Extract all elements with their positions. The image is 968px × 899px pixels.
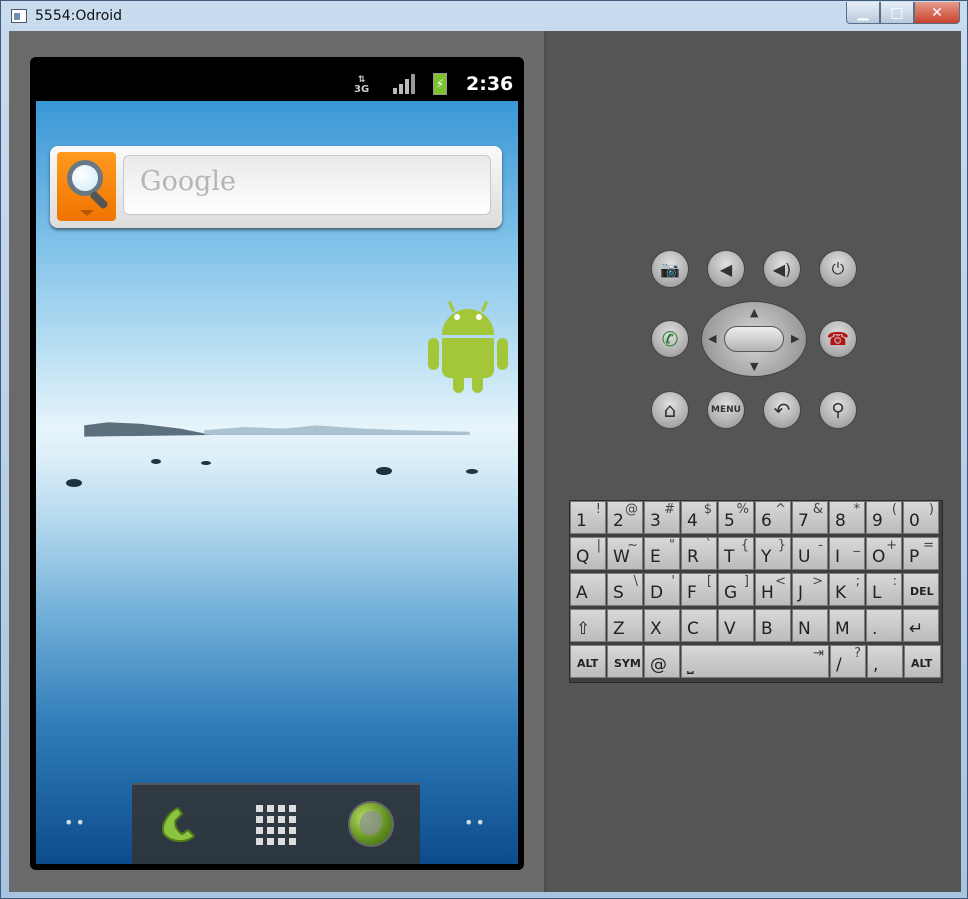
android-robot-icon[interactable] [428, 300, 508, 396]
clock: 2:36 [466, 73, 514, 95]
dpad-down-icon[interactable]: ▼ [750, 360, 758, 373]
key-2-5[interactable]: H < [755, 573, 791, 606]
key-1-7[interactable]: I _ [829, 537, 865, 570]
key-1-8[interactable]: O + [866, 537, 902, 570]
key-2-0[interactable]: A [570, 573, 606, 606]
emulator-controls: 📷 ◀ ◀) ⏻ ✆ ▲ ▼ ◀ ▶ ☎ ⌂ MENU ↶ ⚲ 1! 2 @3 #4 $… [546, 31, 961, 892]
key-1-1[interactable]: W ~ [607, 537, 643, 570]
google-search-widget: Google [50, 146, 502, 228]
magnifier-icon [67, 160, 103, 196]
battery-icon: ⚡ [433, 73, 447, 95]
phone-icon[interactable] [156, 802, 200, 848]
volume-down-button[interactable]: ◀ [707, 250, 745, 288]
key-1-4[interactable]: T{ [718, 537, 754, 570]
app-launcher-icon[interactable] [256, 805, 296, 845]
key-3-9[interactable]: ↵ [903, 609, 939, 642]
title-bar[interactable]: 5554:Odroid ▁ □ ✕ [1, 1, 967, 31]
window-title: 5554:Odroid [35, 8, 123, 24]
menu-button[interactable]: MENU [707, 391, 745, 429]
home-screen[interactable]: Google •• •• [36, 101, 518, 864]
end-call-button[interactable]: ☎ [819, 320, 857, 358]
window-controls: ▁ □ ✕ [846, 2, 960, 24]
dpad-left-icon[interactable]: ◀ [708, 332, 716, 345]
key-2-3[interactable]: F[ [681, 573, 717, 606]
key-0-0[interactable]: 1! [570, 501, 606, 534]
power-button[interactable]: ⏻ [819, 250, 857, 288]
dpad-center-button[interactable] [724, 326, 784, 352]
key-3-1[interactable]: Z [607, 609, 643, 642]
key-at[interactable]: @ [644, 645, 680, 678]
close-button[interactable]: ✕ [914, 2, 960, 24]
search-input[interactable]: Google [123, 155, 491, 215]
key-2-2[interactable]: D ' [644, 573, 680, 606]
call-button[interactable]: ✆ [651, 320, 689, 358]
volume-up-button[interactable]: ◀) [763, 250, 801, 288]
key-alt-right[interactable]: ALT [904, 645, 941, 678]
key-2-7[interactable]: K; [829, 573, 865, 606]
key-1-6[interactable]: U- [792, 537, 828, 570]
key-sym[interactable]: SYM [607, 645, 643, 678]
phone-panel: ⇅ 3G ⚡ 2:36 Google •• •• [9, 31, 546, 892]
dpad-up-icon[interactable]: ▲ [750, 306, 758, 319]
camera-button[interactable]: 📷 [651, 250, 689, 288]
key-0-8[interactable]: 9( [866, 501, 902, 534]
key-1-2[interactable]: E " [644, 537, 680, 570]
maximize-button[interactable]: □ [880, 2, 914, 24]
qwerty-keyboard: 1! 2 @3 #4 $5% 6 ^ 7 & 8 * 9(0) Q | W ~ E " R ` T{Y} U - I _ O + P =… [569, 500, 943, 683]
key-3-3[interactable]: C [681, 609, 717, 642]
key-space[interactable]: ⎵ ⇥ [681, 645, 829, 678]
key-1-0[interactable]: Q | [570, 537, 606, 570]
key-0-3[interactable]: 4 $ [681, 501, 717, 534]
browser-globe-icon[interactable] [348, 801, 394, 847]
dock-bar [132, 783, 420, 864]
key-2-8[interactable]: L: [866, 573, 902, 606]
key-3-2[interactable]: X [644, 609, 680, 642]
client-area: ⇅ 3G ⚡ 2:36 Google •• •• 📷 ◀ ◀) ⏻ ✆ ▲ ▼ … [9, 31, 961, 892]
home-button[interactable]: ⌂ [651, 391, 689, 429]
key-3-6[interactable]: N [792, 609, 828, 642]
key-0-2[interactable]: 3 # [644, 501, 680, 534]
key-3-0[interactable]: ⇧ [570, 609, 606, 642]
signal-icon [393, 74, 417, 94]
key-3-7[interactable]: M [829, 609, 865, 642]
dropdown-arrow-icon [80, 210, 94, 216]
key-1-3[interactable]: R ` [681, 537, 717, 570]
key-3-4[interactable]: V [718, 609, 754, 642]
key-0-5[interactable]: 6 ^ [755, 501, 791, 534]
key-2-4[interactable]: G] [718, 573, 754, 606]
app-icon [11, 9, 27, 23]
dpad[interactable]: ▲ ▼ ◀ ▶ [701, 301, 807, 377]
search-placeholder: Google [140, 166, 236, 197]
search-button[interactable]: ⚲ [819, 391, 857, 429]
emulator-window: 5554:Odroid ▁ □ ✕ ⇅ 3G ⚡ 2:36 Google •• … [0, 0, 968, 899]
key-3-8[interactable]: . [866, 609, 902, 642]
right-page-indicator[interactable]: •• [464, 813, 487, 832]
key-0-7[interactable]: 8 * [829, 501, 865, 534]
network-type-indicator: ⇅ 3G [354, 75, 370, 95]
minimize-button[interactable]: ▁ [846, 2, 880, 24]
mountains-wallpaper [84, 422, 470, 437]
key-1-5[interactable]: Y} [755, 537, 791, 570]
key-2-1[interactable]: S \ [607, 573, 643, 606]
key-0-1[interactable]: 2 @ [607, 501, 643, 534]
status-bar[interactable]: ⇅ 3G ⚡ 2:36 [36, 71, 518, 101]
key-slash[interactable]: /? [830, 645, 866, 678]
left-page-indicator[interactable]: •• [64, 813, 87, 832]
search-source-button[interactable] [57, 152, 116, 221]
key-0-6[interactable]: 7 & [792, 501, 828, 534]
key-2-6[interactable]: J > [792, 573, 828, 606]
key-3-5[interactable]: B [755, 609, 791, 642]
device-screen: ⇅ 3G ⚡ 2:36 Google •• •• [30, 57, 524, 870]
back-button[interactable]: ↶ [763, 391, 801, 429]
dpad-right-icon[interactable]: ▶ [791, 332, 799, 345]
key-1-9[interactable]: P = [903, 537, 939, 570]
key-2-9[interactable]: DEL [903, 573, 939, 606]
key-0-4[interactable]: 5% [718, 501, 754, 534]
key-comma[interactable]: , [867, 645, 903, 678]
key-alt-left[interactable]: ALT [570, 645, 606, 678]
key-0-9[interactable]: 0) [903, 501, 939, 534]
